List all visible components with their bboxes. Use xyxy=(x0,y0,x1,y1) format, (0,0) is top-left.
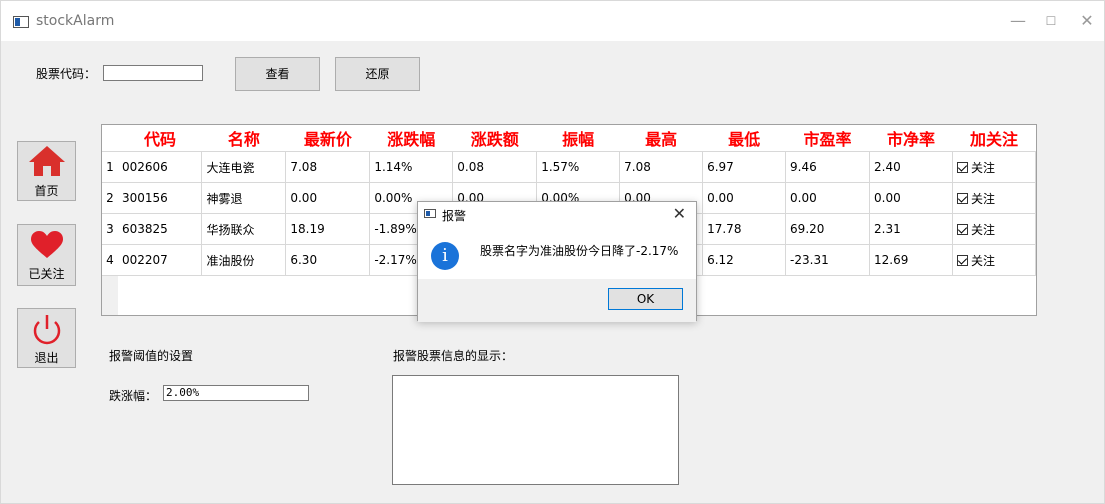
cell-price[interactable]: 18.19 xyxy=(285,213,371,245)
cell-price[interactable]: 7.08 xyxy=(285,151,371,183)
cell-pb[interactable]: 2.31 xyxy=(869,213,953,245)
cell-low[interactable]: 0.00 xyxy=(702,182,787,214)
dialog-app-icon xyxy=(424,209,436,218)
cell-follow[interactable]: 关注 xyxy=(952,213,1037,245)
cell-pb[interactable]: 0.00 xyxy=(869,182,953,214)
close-button[interactable]: ✕ xyxy=(1077,11,1097,31)
cell-pe[interactable]: -23.31 xyxy=(785,244,870,276)
cell-follow[interactable]: 关注 xyxy=(952,182,1037,214)
header-change-amt[interactable]: 涨跌额 xyxy=(452,125,537,152)
header-code[interactable]: 代码 xyxy=(117,125,202,152)
cell-change-pct[interactable]: 1.14% xyxy=(369,151,454,183)
follow-label: 关注 xyxy=(970,222,995,237)
corner-header xyxy=(102,125,118,152)
row-number: 2 xyxy=(102,182,118,214)
follow-label: 关注 xyxy=(970,160,995,175)
threshold-field-label: 跌涨幅： xyxy=(109,389,158,403)
app-icon xyxy=(13,16,29,28)
home-button[interactable]: 首页 xyxy=(17,141,76,201)
cell-price[interactable]: 0.00 xyxy=(285,182,371,214)
row-number: 1 xyxy=(102,151,118,183)
cell-pe[interactable]: 0.00 xyxy=(785,182,870,214)
app-window: stockAlarm — ☐ ✕ 股票代码： 查看 还原 首页 已关注 退出 代… xyxy=(0,0,1105,504)
cell-pe[interactable]: 9.46 xyxy=(785,151,870,183)
header-amplitude[interactable]: 振幅 xyxy=(536,125,620,152)
threshold-input[interactable]: 2.00% xyxy=(163,385,309,401)
header-change-pct[interactable]: 涨跌幅 xyxy=(369,125,453,152)
title-bar: stockAlarm — ☐ ✕ xyxy=(1,1,1104,41)
cell-price[interactable]: 6.30 xyxy=(285,244,371,276)
dialog-message: 股票名字为准油股份今日降了-2.17% xyxy=(480,244,679,258)
home-icon xyxy=(29,146,65,176)
cell-name[interactable]: 准油股份 xyxy=(201,244,287,276)
table-header-row: 代码 名称 最新价 涨跌幅 涨跌额 振幅 最高 最低 市盈率 市净率 加关注 xyxy=(102,125,1036,152)
dialog-title: 报警 xyxy=(442,209,467,223)
minimize-button[interactable]: — xyxy=(1008,11,1028,31)
follow-checkbox[interactable] xyxy=(956,192,968,204)
header-follow[interactable]: 加关注 xyxy=(952,125,1036,152)
cell-low[interactable]: 17.78 xyxy=(702,213,787,245)
alarm-dialog: 报警 ✕ i 股票名字为准油股份今日降了-2.17% OK xyxy=(417,201,697,322)
restore-button[interactable]: 还原 xyxy=(335,57,420,91)
follow-label: 关注 xyxy=(970,191,995,206)
header-high[interactable]: 最高 xyxy=(619,125,703,152)
cell-name[interactable]: 大连电瓷 xyxy=(201,151,287,183)
cell-follow[interactable]: 关注 xyxy=(952,244,1037,276)
cell-code[interactable]: 300156 xyxy=(117,182,203,214)
header-pb[interactable]: 市净率 xyxy=(869,125,953,152)
alarm-info-textbox[interactable] xyxy=(392,375,679,485)
info-icon: i xyxy=(431,242,459,270)
header-low[interactable]: 最低 xyxy=(702,125,786,152)
header-name[interactable]: 名称 xyxy=(201,125,286,152)
cell-code[interactable]: 603825 xyxy=(117,213,203,245)
cell-pb[interactable]: 2.40 xyxy=(869,151,953,183)
cell-amplitude[interactable]: 1.57% xyxy=(536,151,621,183)
header-pe[interactable]: 市盈率 xyxy=(785,125,870,152)
cell-high[interactable]: 7.08 xyxy=(619,151,704,183)
row-number: 3 xyxy=(102,213,118,245)
exit-label: 退出 xyxy=(34,351,59,365)
cell-low[interactable]: 6.97 xyxy=(702,151,787,183)
cell-name[interactable]: 华扬联众 xyxy=(201,213,287,245)
home-label: 首页 xyxy=(34,184,59,198)
favorites-button[interactable]: 已关注 xyxy=(17,224,76,286)
window-title: stockAlarm xyxy=(36,13,115,29)
stock-code-input[interactable] xyxy=(103,65,203,81)
header-price[interactable]: 最新价 xyxy=(285,125,370,152)
cell-pe[interactable]: 69.20 xyxy=(785,213,870,245)
follow-label: 关注 xyxy=(970,253,995,268)
follow-checkbox[interactable] xyxy=(956,254,968,266)
cell-change-amt[interactable]: 0.08 xyxy=(452,151,538,183)
ok-button[interactable]: OK xyxy=(608,288,683,310)
view-button[interactable]: 查看 xyxy=(235,57,320,91)
power-icon xyxy=(33,315,61,345)
follow-checkbox[interactable] xyxy=(956,223,968,235)
cell-low[interactable]: 6.12 xyxy=(702,244,787,276)
cell-code[interactable]: 002207 xyxy=(117,244,203,276)
favorites-label: 已关注 xyxy=(28,267,65,281)
cell-pb[interactable]: 12.69 xyxy=(869,244,953,276)
cell-name[interactable]: 神雾退 xyxy=(201,182,287,214)
heart-icon xyxy=(31,231,63,258)
table-row[interactable]: 1 002606 大连电瓷 7.08 1.14% 0.08 1.57% 7.08… xyxy=(102,151,1037,183)
cell-follow[interactable]: 关注 xyxy=(952,151,1037,183)
threshold-section-label: 报警阈值的设置 xyxy=(109,349,194,363)
row-number: 4 xyxy=(102,244,118,276)
exit-button[interactable]: 退出 xyxy=(17,308,76,368)
info-display-label: 报警股票信息的显示： xyxy=(393,349,514,363)
cell-code[interactable]: 002606 xyxy=(117,151,203,183)
follow-checkbox[interactable] xyxy=(956,161,968,173)
maximize-button[interactable]: ☐ xyxy=(1041,11,1061,31)
dialog-close-button[interactable]: ✕ xyxy=(673,204,686,223)
dialog-title-bar: 报警 ✕ xyxy=(418,202,696,226)
stock-code-label: 股票代码： xyxy=(36,67,97,81)
